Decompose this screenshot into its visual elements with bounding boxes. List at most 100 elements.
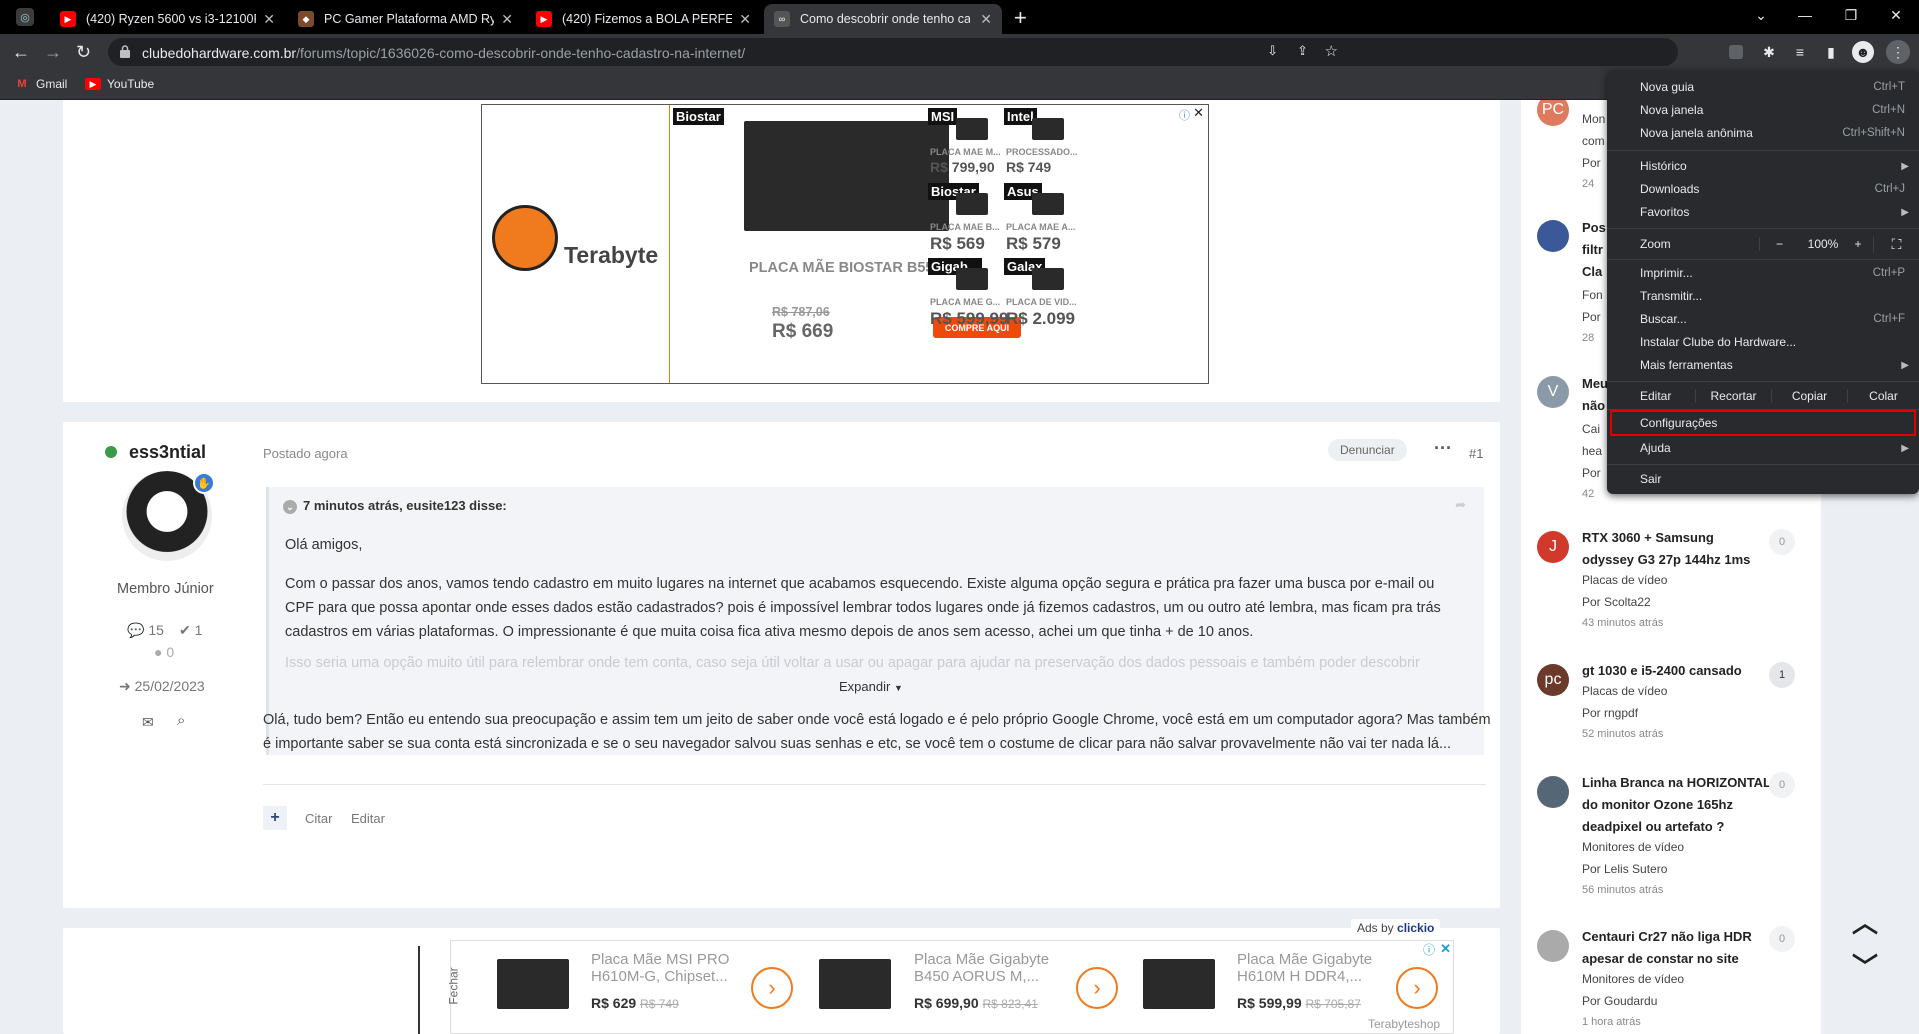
- topic-title[interactable]: Linha Branca na HORIZONTAL do monitor Oz…: [1582, 772, 1772, 838]
- menu-find[interactable]: Buscar... Ctrl+F: [1607, 308, 1919, 330]
- close-icon[interactable]: ✕: [257, 11, 275, 28]
- expand-button[interactable]: Expandir ▼: [839, 679, 903, 694]
- ad-tile-image[interactable]: [1032, 118, 1064, 140]
- bookmark-youtube[interactable]: ▶ YouTube: [85, 77, 154, 91]
- window-close-icon[interactable]: ✕: [1873, 0, 1919, 30]
- topic-author[interactable]: Por Lelis Sutero: [1582, 862, 1667, 876]
- install-icon[interactable]: ⇩: [1267, 43, 1278, 59]
- menu-more-tools[interactable]: Mais ferramentas ▶: [1607, 354, 1919, 376]
- new-tab-icon[interactable]: +: [1014, 5, 1027, 31]
- share-quote-icon[interactable]: ➦: [1455, 497, 1466, 513]
- bookmark-gmail[interactable]: M Gmail: [14, 77, 67, 91]
- post-number[interactable]: #1: [1469, 446, 1483, 461]
- bookmark-star-icon[interactable]: ☆: [1325, 42, 1338, 60]
- post-author-name[interactable]: ess3ntial: [129, 442, 206, 463]
- topic-author[interactable]: Por Scolta22: [1582, 595, 1651, 609]
- tab-list-icon[interactable]: ⌄: [1738, 0, 1784, 30]
- close-ad-button[interactable]: Fechar: [447, 967, 461, 1004]
- zoom-out-button[interactable]: −: [1759, 237, 1799, 251]
- address-bar[interactable]: clubedohardware.com.br/forums/topic/1636…: [108, 38, 1678, 66]
- multiquote-button[interactable]: +: [263, 806, 287, 830]
- message-icon[interactable]: ✉: [142, 714, 154, 731]
- menu-new-window[interactable]: Nova janela Ctrl+N: [1607, 99, 1919, 121]
- tab-1[interactable]: ▶ (420) Ryzen 5600 vs i3-12100F in ✕: [50, 4, 285, 34]
- menu-history[interactable]: Histórico ▶: [1607, 155, 1919, 177]
- avatar[interactable]: [1537, 776, 1569, 808]
- avatar[interactable]: [1537, 220, 1569, 252]
- ad-tile-image[interactable]: [956, 118, 988, 140]
- bottom-ad[interactable]: Ads by clickio ✕ ⓘ Fechar Placa Mãe MSI …: [447, 919, 1454, 1034]
- search-icon[interactable]: ⌕: [177, 712, 185, 729]
- report-button[interactable]: Denunciar: [1328, 439, 1407, 461]
- topic-author[interactable]: Por rngpdf: [1582, 706, 1638, 720]
- close-icon[interactable]: ✕: [495, 11, 513, 28]
- ad-info-icon[interactable]: ⓘ: [1179, 107, 1190, 123]
- tab-3[interactable]: ▶ (420) Fizemos a BOLA PERFEITA ✕: [526, 4, 761, 34]
- avatar[interactable]: V: [1537, 376, 1569, 408]
- ad-item-arrow-1[interactable]: ›: [751, 967, 793, 1009]
- menu-incognito[interactable]: Nova janela anônima Ctrl+Shift+N: [1607, 122, 1919, 144]
- menu-downloads[interactable]: Downloads Ctrl+J: [1607, 178, 1919, 200]
- topic-author[interactable]: Por Goudardu: [1582, 994, 1657, 1008]
- chevron-down-icon[interactable]: ⌄: [283, 500, 297, 514]
- terabyte-ad[interactable]: ⓘ ✕ Terabyte Biostar PLACA MÃE BIOSTAR B…: [481, 104, 1209, 384]
- topic-title[interactable]: Centauri Cr27 não liga HDR apesar de con…: [1582, 926, 1762, 970]
- topic-title[interactable]: Pos filtr Cla: [1582, 217, 1606, 283]
- menu-exit[interactable]: Sair: [1607, 468, 1919, 490]
- avatar[interactable]: pc: [1537, 664, 1569, 696]
- ad-tile-image[interactable]: [956, 193, 988, 215]
- more-options-icon[interactable]: ···: [1434, 438, 1452, 459]
- scroll-down-icon[interactable]: ﹀: [1852, 954, 1878, 980]
- topic-title[interactable]: gt 1030 e i5-2400 cansado: [1582, 660, 1767, 682]
- ad-item-arrow-2[interactable]: ›: [1076, 967, 1118, 1009]
- topic-category[interactable]: Monitores de vídeo: [1582, 972, 1684, 986]
- menu-kebab-icon[interactable]: ⋮: [1886, 40, 1910, 64]
- ad-close-x-icon[interactable]: ✕: [1440, 941, 1451, 957]
- minimize-icon[interactable]: —: [1782, 0, 1828, 30]
- share-icon[interactable]: ⇪: [1297, 43, 1308, 59]
- menu-cut-button[interactable]: Recortar: [1695, 389, 1771, 403]
- menu-copy-button[interactable]: Copiar: [1771, 389, 1847, 403]
- topic-title[interactable]: Meu não: [1582, 373, 1608, 417]
- menu-help[interactable]: Ajuda ▶: [1607, 437, 1919, 459]
- ad-close-icon[interactable]: ✕: [1193, 105, 1204, 121]
- ad-tile-image[interactable]: [956, 268, 988, 290]
- avatar[interactable]: PC: [1537, 100, 1569, 126]
- menu-settings[interactable]: Configurações: [1610, 410, 1916, 436]
- close-icon[interactable]: ✕: [974, 11, 992, 28]
- extension-icon[interactable]: [1729, 45, 1743, 59]
- restore-icon[interactable]: ❐: [1828, 0, 1874, 30]
- avatar[interactable]: [1537, 930, 1569, 962]
- menu-print[interactable]: Imprimir... Ctrl+P: [1607, 262, 1919, 284]
- tab-2[interactable]: ◆ PC Gamer Plataforma AMD Ryze ✕: [288, 4, 523, 34]
- reload-icon[interactable]: ↻: [76, 43, 91, 61]
- fullscreen-icon[interactable]: ⛶: [1873, 235, 1919, 253]
- menu-cast[interactable]: Transmitir...: [1607, 285, 1919, 307]
- quote-button[interactable]: Citar: [305, 811, 332, 826]
- reading-list-icon[interactable]: ≡: [1791, 43, 1809, 61]
- menu-bookmarks[interactable]: Favoritos ▶: [1607, 201, 1919, 223]
- zoom-in-button[interactable]: +: [1843, 237, 1873, 251]
- ad-tile-image[interactable]: [1032, 193, 1064, 215]
- topic-category[interactable]: Placas de vídeo: [1582, 684, 1667, 698]
- side-panel-icon[interactable]: ▮: [1822, 43, 1840, 61]
- close-icon[interactable]: ✕: [733, 11, 751, 28]
- ad-tile-image[interactable]: [1032, 268, 1064, 290]
- topic-category[interactable]: Monitores de vídeo: [1582, 840, 1684, 854]
- menu-new-tab[interactable]: Nova guia Ctrl+T: [1607, 76, 1919, 98]
- topic-category[interactable]: Placas de vídeo: [1582, 573, 1667, 587]
- back-icon[interactable]: ←: [12, 43, 30, 61]
- tab-4-active[interactable]: ∞ Como descobrir onde tenho cad ✕: [764, 4, 1002, 34]
- edit-button[interactable]: Editar: [351, 811, 385, 826]
- ad-item-arrow-3[interactable]: ›: [1396, 967, 1438, 1009]
- menu-install[interactable]: Instalar Clube do Hardware...: [1607, 331, 1919, 353]
- puzzle-icon[interactable]: ✱: [1760, 43, 1778, 61]
- topic-title[interactable]: RTX 3060 + Samsung odyssey G3 27p 144hz …: [1582, 527, 1767, 571]
- tab-search-icon[interactable]: ◎: [16, 8, 34, 26]
- forward-icon[interactable]: →: [44, 43, 62, 61]
- avatar[interactable]: J: [1537, 531, 1569, 563]
- profile-avatar-icon[interactable]: ☻: [1852, 41, 1874, 63]
- ad-info-icon[interactable]: ⓘ: [1423, 941, 1435, 958]
- menu-paste-button[interactable]: Colar: [1847, 389, 1919, 403]
- scroll-up-icon[interactable]: ︿: [1852, 910, 1878, 936]
